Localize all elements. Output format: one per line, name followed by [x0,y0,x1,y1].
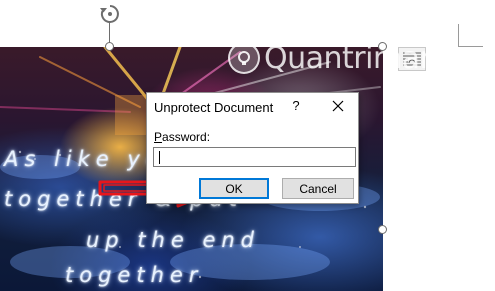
help-button[interactable]: ? [289,98,303,114]
watermark: Quantrimang [228,38,457,78]
close-icon[interactable] [329,97,347,115]
password-input[interactable] [153,147,356,167]
resize-handle-right[interactable] [378,225,387,234]
watermark-text: Quantrimang [264,40,457,76]
ok-button[interactable]: OK [199,178,269,199]
lyric-line-3: up the end [86,228,261,252]
unprotect-document-dialog: Unprotect Document ? Password: OK Cancel [146,92,359,204]
password-label: Password: [154,130,210,144]
password-label-mnemonic: P [154,130,163,144]
password-label-text: assword: [162,130,211,144]
dialog-title: Unprotect Document [154,100,274,115]
cancel-button[interactable]: Cancel [282,178,354,199]
document-canvas: As like you together & put up the end to… [0,0,495,291]
lyric-line-4: together [65,263,204,287]
rotate-handle-icon[interactable] [99,3,121,25]
lightbulb-icon [228,42,260,74]
resize-handle-top[interactable] [105,42,114,51]
page-corner-mark [458,24,483,47]
text-caret [159,151,160,164]
